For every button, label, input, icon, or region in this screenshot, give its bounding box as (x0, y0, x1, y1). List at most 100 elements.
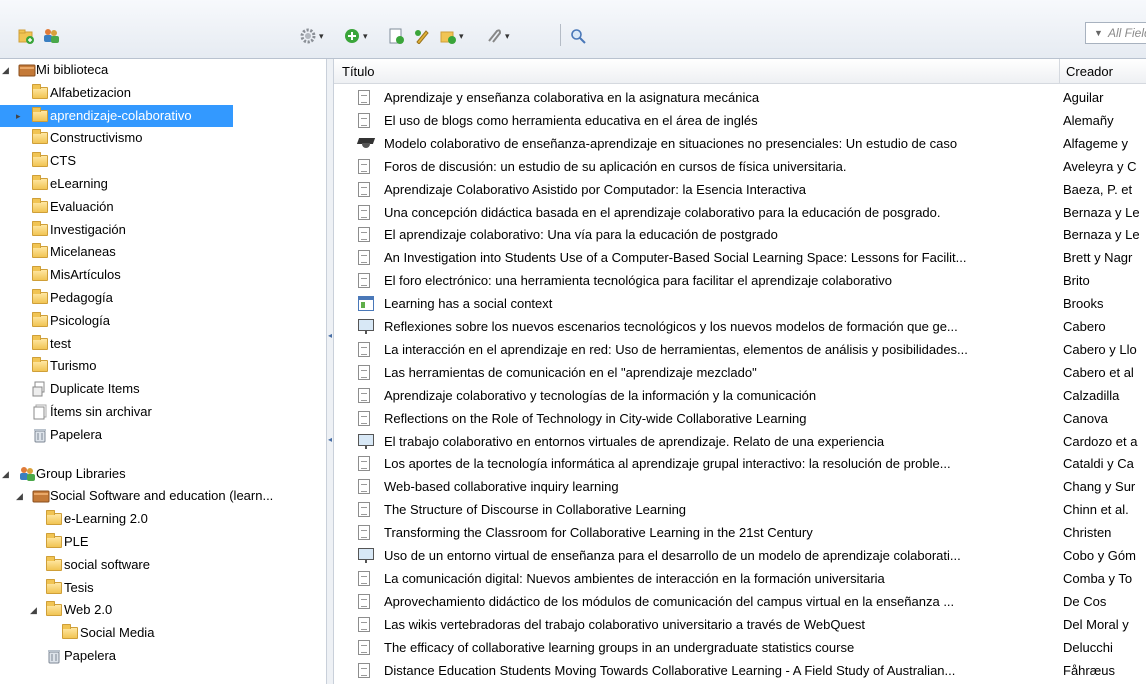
collection-item[interactable]: Psicología (0, 310, 326, 332)
item-title: The efficacy of collaborative learning g… (384, 639, 855, 655)
table-row[interactable]: Las herramientas de comunicación en el "… (334, 361, 1146, 384)
collection-item[interactable]: MisArtículos (0, 264, 326, 286)
item-title: An Investigation into Students Use of a … (384, 250, 967, 266)
duplicate-items[interactable]: Duplicate Items (0, 378, 326, 400)
group-trash-item[interactable]: Papelera (0, 645, 326, 667)
table-row[interactable]: Aprendizaje y enseñanza colaborativa en … (334, 86, 1146, 109)
item-title: El uso de blogs como herramienta educati… (384, 112, 758, 128)
sub-collection-item[interactable]: Social Media (0, 622, 326, 644)
group-collection-item[interactable]: social software (0, 554, 326, 576)
new-group-button[interactable] (42, 26, 59, 46)
related-button[interactable]: ▾ (486, 26, 510, 46)
actions-gear-icon (300, 28, 316, 44)
collection-item[interactable]: Turismo (0, 355, 326, 377)
collapse-left-icon[interactable]: ◂ (328, 435, 332, 444)
table-row[interactable]: El foro electrónico: una herramienta tec… (334, 269, 1146, 292)
item-title: La interacción en el aprendizaje en red:… (384, 341, 968, 357)
thesis-icon (358, 136, 374, 150)
group-collection-item[interactable]: Tesis (0, 577, 326, 599)
attach-file-button[interactable]: ▾ (440, 26, 464, 46)
expand-toggle-icon[interactable]: ◢ (2, 463, 12, 485)
group-library[interactable]: ◢ Social Software and education (learn... (0, 485, 326, 507)
folder-icon (32, 334, 48, 352)
collapse-left-icon[interactable]: ◂ (328, 331, 332, 340)
expand-toggle-icon[interactable]: ◢ (30, 599, 40, 621)
table-row[interactable]: El aprendizaje colaborativo: Una vía par… (334, 223, 1146, 246)
folder-icon (32, 129, 48, 146)
library-root[interactable]: ◢ Mi biblioteca (0, 59, 326, 81)
column-header-creator[interactable]: Creador (1066, 64, 1113, 79)
table-row[interactable]: Una concepción didáctica basada en el ap… (334, 201, 1146, 224)
document-icon (358, 273, 370, 289)
table-row[interactable]: Reflections on the Role of Technology in… (334, 407, 1146, 430)
table-row[interactable]: Aprendizaje Colaborativo Asistido por Co… (334, 178, 1146, 201)
table-row[interactable]: The efficacy of collaborative learning g… (334, 636, 1146, 659)
table-row[interactable]: Web-based collaborative inquiry learning… (334, 475, 1146, 498)
item-creator: Canova (1063, 410, 1108, 426)
table-row[interactable]: Los aportes de la tecnología informática… (334, 452, 1146, 475)
table-row[interactable]: Learning has a social context Brooks (334, 292, 1146, 315)
expand-toggle-icon[interactable]: ◢ (16, 485, 26, 507)
folder-icon (46, 510, 62, 527)
table-row[interactable]: Uso de un entorno virtual de enseñanza p… (334, 544, 1146, 567)
collection-item[interactable]: ▸ aprendizaje-colaborativo (0, 104, 233, 127)
group-collection-item[interactable]: PLE (0, 531, 326, 553)
table-row[interactable]: Distance Education Students Moving Towar… (334, 659, 1146, 682)
folder-icon (46, 555, 62, 573)
column-header-title[interactable]: Título (342, 64, 375, 79)
table-row[interactable]: The Structure of Discourse in Collaborat… (334, 498, 1146, 521)
new-collection-button[interactable] (18, 26, 34, 46)
table-row[interactable]: Transforming the Classroom for Collabora… (334, 521, 1146, 544)
group-collection-item[interactable]: ◢ Web 2.0 (0, 599, 326, 621)
group-collection-item[interactable]: e-Learning 2.0 (0, 508, 326, 530)
collection-item[interactable]: Evaluación (0, 196, 326, 218)
document-icon (358, 204, 370, 220)
search-input[interactable]: ▼ All Fields & Tags (1085, 22, 1146, 44)
table-row[interactable]: Las wikis vertebradoras del trabajo cola… (334, 613, 1146, 636)
item-creator: Bernaza y Le (1063, 204, 1140, 220)
item-title: El trabajo colaborativo en entornos virt… (384, 433, 885, 449)
collection-item[interactable]: Investigación (0, 219, 326, 241)
collection-item[interactable]: Alfabetizacion (0, 82, 326, 104)
item-creator: Baeza, P. et (1063, 181, 1133, 197)
collection-item[interactable]: Pedagogía (0, 287, 326, 309)
tree-item-label: Evaluación (50, 198, 114, 214)
table-row[interactable]: La comunicación digital: Nuevos ambiente… (334, 567, 1146, 590)
search-mode-dropdown-icon[interactable]: ▼ (1094, 28, 1103, 38)
chevron-down-icon: ▾ (505, 30, 510, 41)
table-row[interactable]: Reflexiones sobre los nuevos escenarios … (334, 315, 1146, 338)
item-creator: Brito (1063, 273, 1090, 289)
table-row[interactable]: Aprovechamiento didáctico de los módulos… (334, 590, 1146, 613)
table-row[interactable]: La interacción en el aprendizaje en red:… (334, 338, 1146, 361)
document-icon (358, 341, 370, 357)
actions-menu-button[interactable]: ▾ (300, 26, 324, 46)
group-libraries-root[interactable]: ◢ Group Libraries (0, 463, 326, 485)
pane-splitter[interactable]: ◂ ◂ (326, 59, 334, 684)
trash-item[interactable]: Papelera (0, 424, 326, 446)
item-title: Una concepción didáctica basada en el ap… (384, 204, 941, 220)
document-icon (358, 479, 370, 495)
item-title: Aprovechamiento didáctico de los módulos… (384, 593, 955, 609)
column-divider[interactable] (1059, 59, 1060, 83)
table-row[interactable]: An Investigation into Students Use of a … (334, 246, 1146, 269)
collection-item[interactable]: Constructivismo (0, 127, 326, 149)
table-row[interactable]: El uso de blogs como herramienta educati… (334, 109, 1146, 132)
expand-toggle-icon[interactable]: ◢ (2, 59, 12, 81)
table-row[interactable]: Aprendizaje colaborativo y tecnologías d… (334, 384, 1146, 407)
collection-item[interactable]: CTS (0, 150, 326, 172)
search-toggle-button[interactable] (570, 26, 586, 46)
new-note-button[interactable] (414, 26, 430, 46)
item-creator: Cabero et al (1063, 364, 1134, 380)
collection-item[interactable]: eLearning (0, 173, 326, 195)
unfiled-items[interactable]: Ítems sin archivar (0, 401, 326, 423)
table-row[interactable]: Foros de discusión: un estudio de su apl… (334, 155, 1146, 178)
table-row[interactable]: Modelo colaborativo de enseñanza-aprendi… (334, 132, 1146, 155)
table-row[interactable]: El trabajo colaborativo en entornos virt… (334, 430, 1146, 453)
new-item-button[interactable]: ▾ (344, 26, 368, 46)
chevron-down-icon: ▾ (363, 30, 368, 41)
collection-item[interactable]: Micelaneas (0, 241, 326, 263)
expand-toggle-icon[interactable]: ▸ (16, 105, 26, 127)
add-by-identifier-button[interactable] (388, 26, 404, 46)
collection-item[interactable]: test (0, 333, 326, 355)
folder-icon (32, 220, 48, 238)
